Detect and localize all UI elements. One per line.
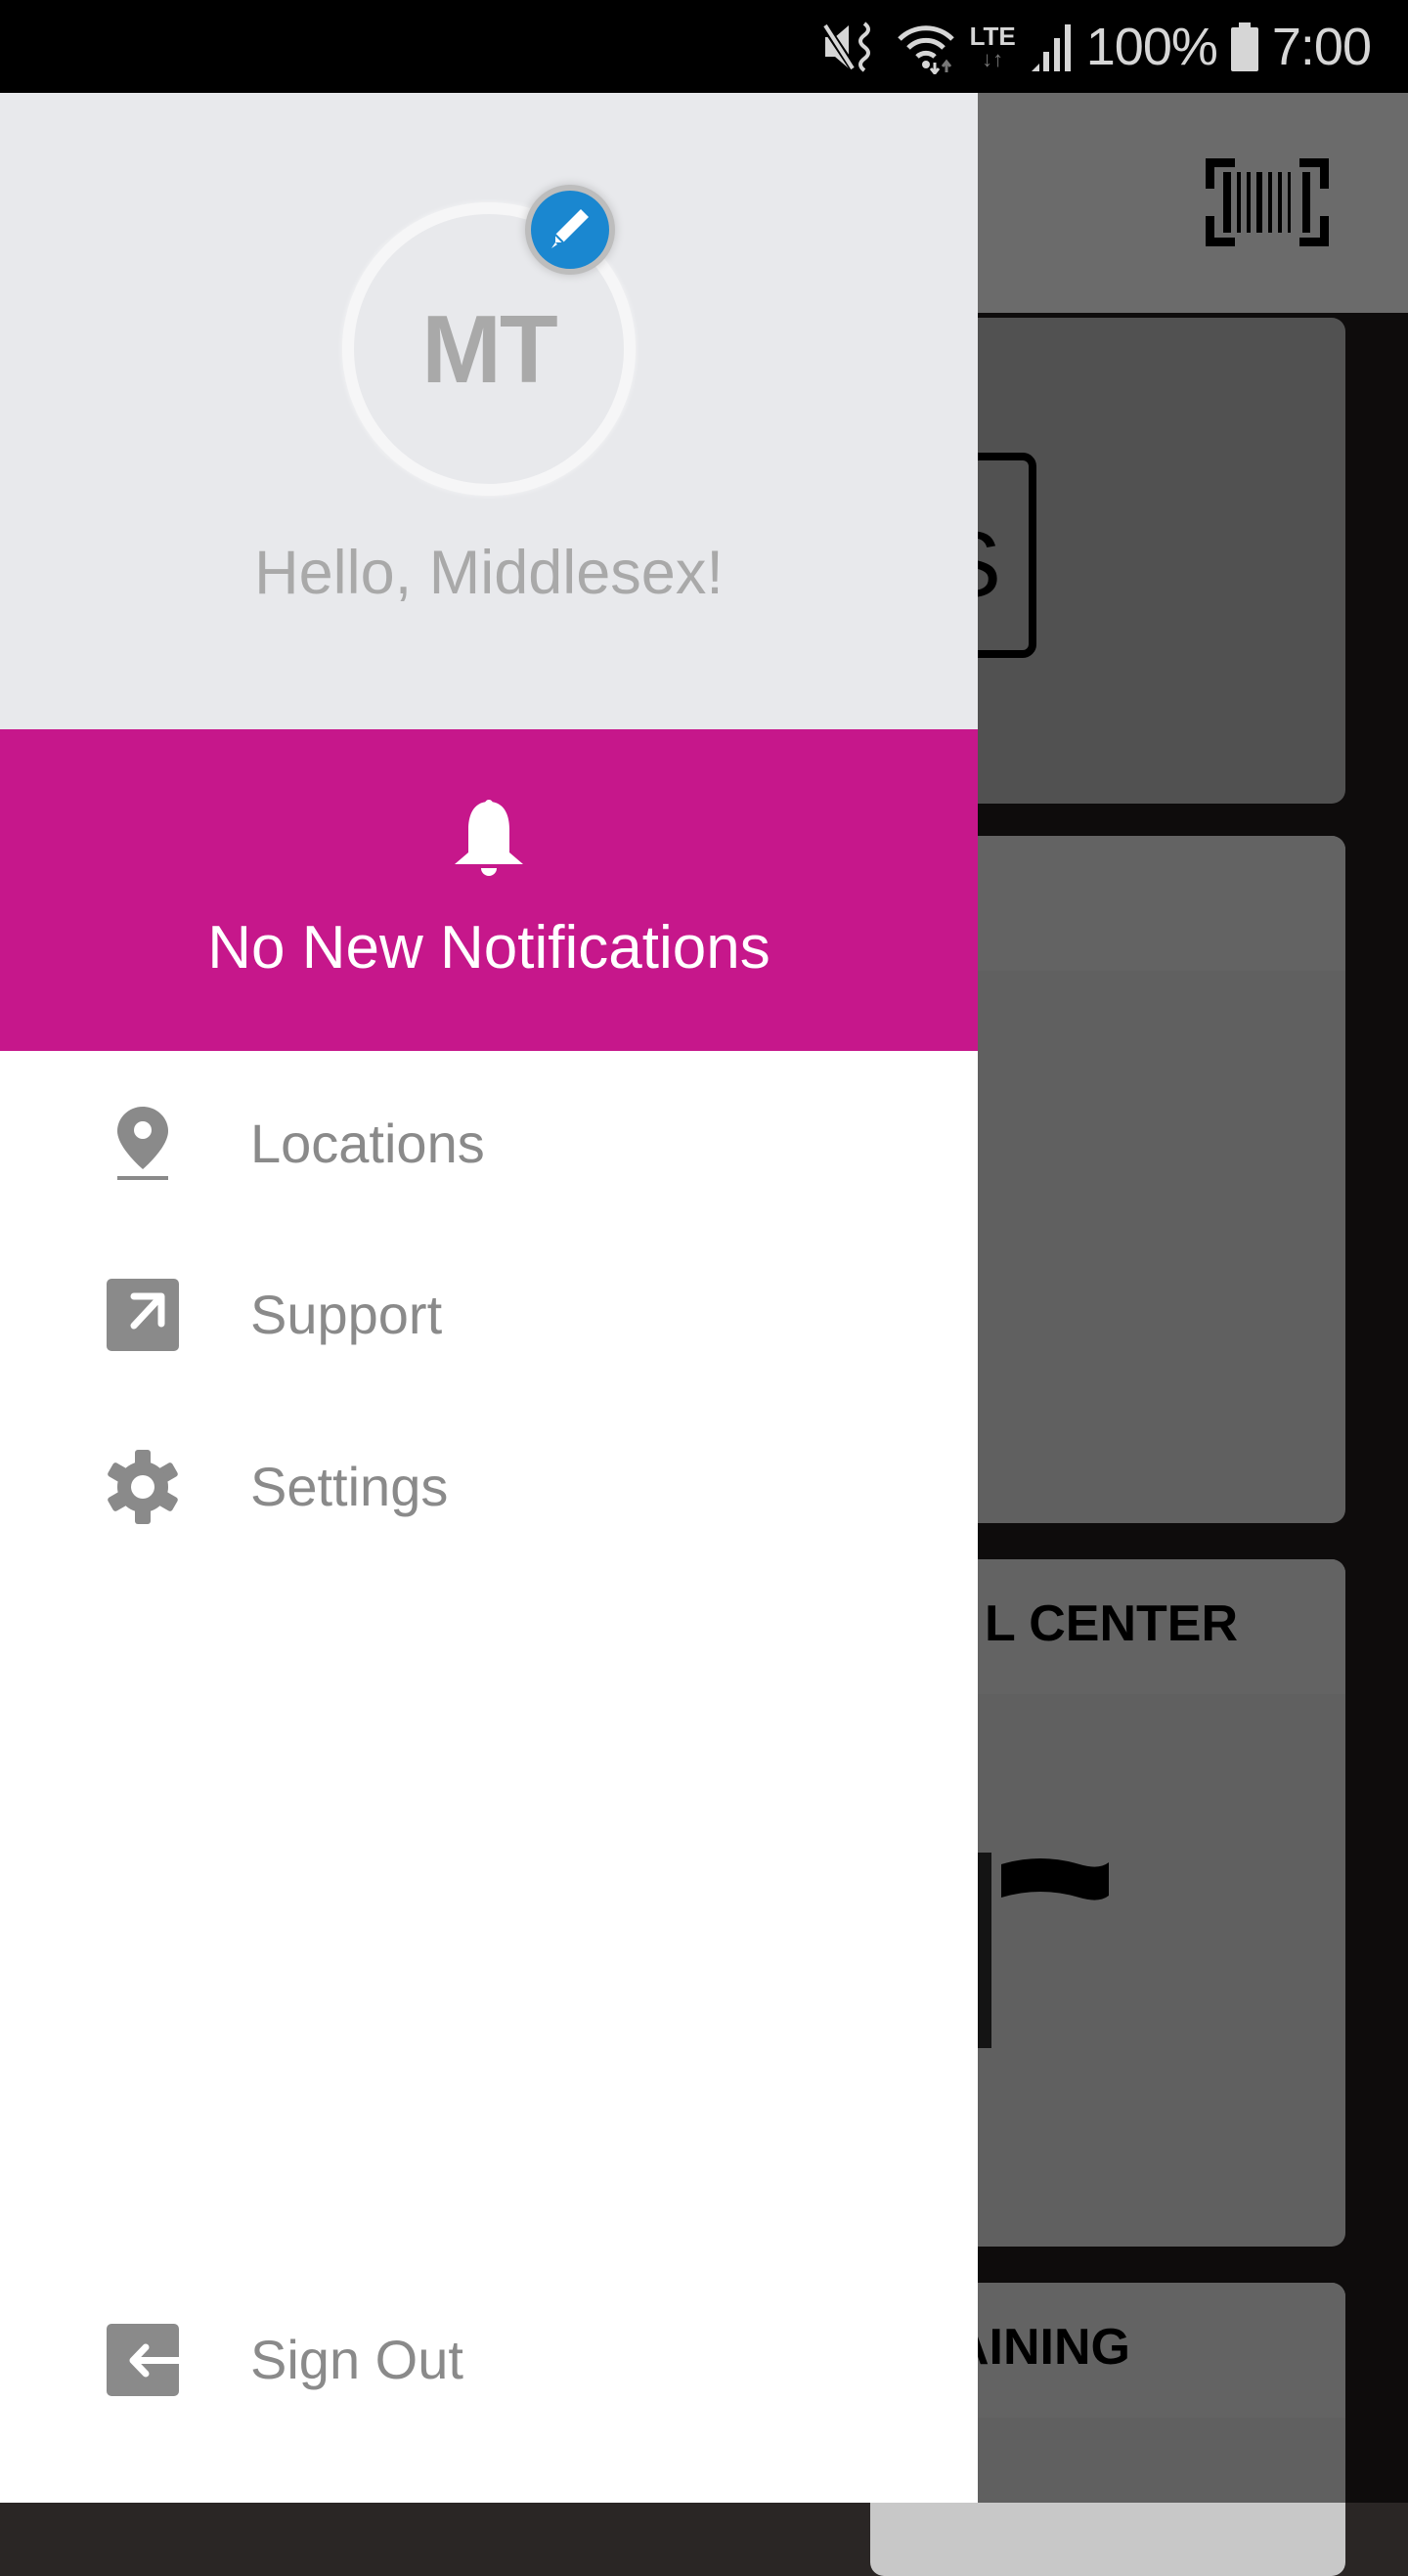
location-pin-icon	[106, 1107, 180, 1181]
menu-item-support[interactable]: Support	[0, 1242, 978, 1388]
battery-percent: 100%	[1085, 17, 1218, 76]
lte-icon: LTE ↓↑	[969, 21, 1016, 71]
gear-icon	[106, 1450, 180, 1524]
sign-out-button[interactable]: Sign Out	[0, 2287, 978, 2433]
drawer-header: MT Hello, Middlesex!	[0, 93, 978, 729]
signal-icon	[1030, 22, 1073, 71]
navigation-drawer: MT Hello, Middlesex! No New Notification…	[0, 93, 978, 2503]
menu-item-label: Support	[250, 1284, 443, 1345]
menu-item-locations[interactable]: Locations	[0, 1070, 978, 1217]
clock: 7:00	[1271, 17, 1372, 76]
notifications-banner[interactable]: No New Notifications	[0, 729, 978, 1051]
sign-out-icon	[106, 2323, 180, 2397]
menu-item-settings[interactable]: Settings	[0, 1414, 978, 1560]
edit-profile-button[interactable]	[531, 191, 609, 269]
avatar-initials: MT	[421, 294, 557, 403]
pencil-icon	[548, 205, 593, 255]
greeting: Hello, Middlesex!	[254, 539, 724, 607]
bell-icon	[455, 800, 523, 880]
wifi-icon	[896, 20, 956, 74]
status-bar: LTE ↓↑ 100% 7:00	[0, 0, 1408, 93]
network-type: LTE	[969, 21, 1016, 51]
notifications-text: No New Notifications	[207, 914, 770, 982]
sign-out-label: Sign Out	[250, 2329, 463, 2390]
battery-icon	[1230, 22, 1258, 71]
external-link-icon	[106, 1278, 180, 1352]
menu-item-label: Settings	[250, 1456, 449, 1517]
menu-item-label: Locations	[250, 1113, 485, 1174]
mute-vibrate-icon	[820, 20, 882, 74]
